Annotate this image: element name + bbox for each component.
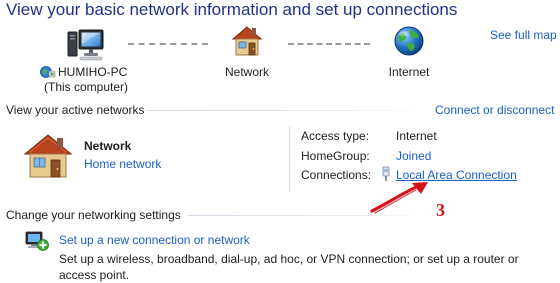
section-divider bbox=[188, 215, 428, 216]
computer-node[interactable]: HUMIHO-PC (This computer) bbox=[36, 62, 136, 94]
home-network-icon bbox=[22, 132, 74, 180]
network-node-label: Network bbox=[224, 65, 269, 79]
page-title: View your basic network information and … bbox=[6, 0, 458, 19]
house-icon bbox=[230, 24, 264, 58]
network-adapter-icon bbox=[40, 65, 56, 79]
computer-subtitle-label: (This computer) bbox=[44, 80, 129, 94]
connection-line-network-internet bbox=[288, 43, 370, 45]
homegroup-label: HomeGroup: bbox=[301, 149, 370, 163]
computer-icon bbox=[66, 26, 106, 62]
access-type-value: Internet bbox=[396, 129, 437, 143]
access-type-label: Access type: bbox=[301, 129, 370, 143]
change-settings-heading: Change your networking settings bbox=[6, 208, 181, 222]
annotation-arrow-icon bbox=[366, 180, 438, 216]
connections-label: Connections: bbox=[301, 168, 372, 182]
active-network-name: Network bbox=[84, 139, 132, 153]
homegroup-link[interactable]: Joined bbox=[396, 149, 431, 163]
details-separator bbox=[289, 126, 290, 192]
internet-node-label: Internet bbox=[388, 65, 430, 79]
connect-or-disconnect-link[interactable]: Connect or disconnect bbox=[435, 103, 554, 117]
section-divider bbox=[146, 110, 428, 111]
setup-new-connection-description: Set up a wireless, broadband, dial-up, a… bbox=[59, 252, 519, 282]
setup-new-connection-link[interactable]: Set up a new connection or network bbox=[59, 233, 250, 247]
computer-name-label: HUMIHO-PC bbox=[58, 65, 128, 79]
connection-line-computer-network bbox=[128, 43, 208, 45]
annotation-step-number: 3 bbox=[436, 200, 445, 220]
globe-icon bbox=[392, 24, 426, 58]
network-type-link[interactable]: Home network bbox=[84, 157, 161, 171]
active-networks-heading: View your active networks bbox=[6, 103, 145, 117]
new-connection-icon bbox=[24, 229, 50, 253]
see-full-map-link[interactable]: See full map bbox=[490, 28, 557, 42]
